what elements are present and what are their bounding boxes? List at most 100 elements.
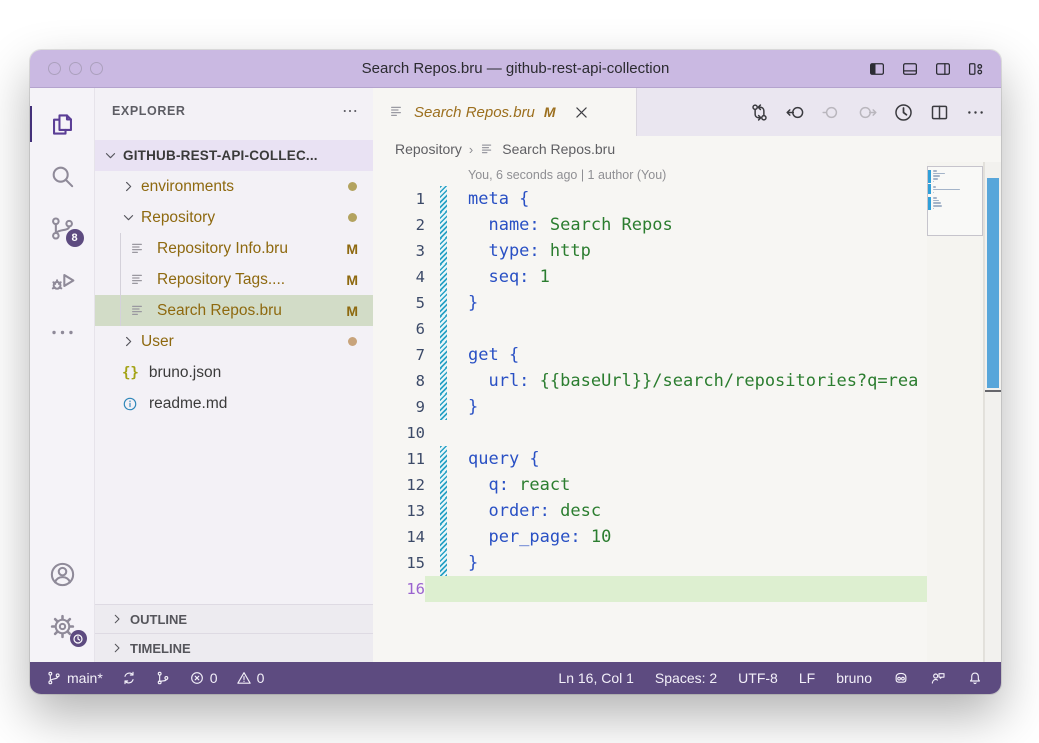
- explorer-sidebar: EXPLORER GITHUB-REST-API-COLLEC...enviro…: [95, 88, 373, 662]
- status-copilot[interactable]: [889, 670, 913, 686]
- minimap-modified-mark: [928, 208, 931, 211]
- breadcrumb-file[interactable]: Search Repos.bru: [502, 141, 615, 157]
- layout-customize-icon[interactable]: [967, 60, 985, 78]
- status-branch[interactable]: main*: [42, 670, 107, 686]
- code-line-1[interactable]: 1meta {: [373, 186, 1001, 212]
- close-tab-icon[interactable]: [573, 104, 590, 121]
- title-bar: Search Repos.bru — github-rest-api-colle…: [30, 50, 1001, 88]
- tree-item-repository-tags[interactable]: Repository Tags....M: [95, 264, 373, 295]
- status-label: UTF-8: [738, 670, 778, 686]
- line-number: 1: [373, 186, 425, 212]
- activity-item-settings[interactable]: [30, 600, 95, 652]
- indent-guide: [120, 295, 121, 326]
- status-encoding[interactable]: UTF-8: [734, 670, 782, 686]
- layout-sidebar-left-icon[interactable]: [868, 60, 886, 78]
- status-cursor-position[interactable]: Ln 16, Col 1: [554, 670, 638, 686]
- code-line-13[interactable]: 13 order: desc: [373, 498, 1001, 524]
- more-actions-button[interactable]: [965, 102, 986, 123]
- change-indicator-button[interactable]: [821, 102, 842, 123]
- code-text: }: [447, 550, 478, 576]
- tree-item-user[interactable]: User: [95, 326, 373, 357]
- code-line-8[interactable]: 8 url: {{baseUrl}}/search/repositories?q…: [373, 368, 1001, 394]
- minimap[interactable]: [927, 162, 984, 662]
- code-line-9[interactable]: 9}: [373, 394, 1001, 420]
- tree-item-label: User: [141, 333, 174, 351]
- sidebar-more-actions-icon[interactable]: [341, 102, 359, 120]
- code-lines: 1meta {2 name: Search Repos3 type: http4…: [373, 186, 1001, 602]
- section-outline[interactable]: OUTLINE: [95, 604, 373, 633]
- activity-item-explorer[interactable]: [30, 98, 95, 150]
- activity-item-run-and-debug[interactable]: [30, 254, 95, 306]
- zoom-button[interactable]: [90, 62, 103, 75]
- next-change-button[interactable]: [857, 102, 878, 123]
- status-notifications[interactable]: [963, 670, 987, 686]
- gutter-modified-mark: [440, 238, 447, 264]
- status-source-control-graph[interactable]: [151, 670, 175, 686]
- chevron-down-icon: [104, 149, 117, 162]
- code-line-14[interactable]: 14 per_page: 10: [373, 524, 1001, 550]
- activity-item-source-control[interactable]: 8: [30, 202, 95, 254]
- code-line-10[interactable]: 10: [373, 420, 1001, 446]
- status-label: 0: [210, 670, 218, 686]
- code-text: }: [447, 394, 478, 420]
- minimap-line: [933, 192, 934, 194]
- search-icon: [48, 162, 77, 191]
- layout-sidebar-right-icon[interactable]: [934, 60, 952, 78]
- run-button[interactable]: [893, 102, 914, 123]
- line-number: 16: [373, 576, 425, 602]
- code-text: per_page: 10: [447, 524, 611, 550]
- open-changes-button[interactable]: [749, 102, 770, 123]
- code-line-11[interactable]: 11query {: [373, 446, 1001, 472]
- split-editor-button[interactable]: [929, 102, 950, 123]
- tree-item-readme-md[interactable]: readme.md: [95, 388, 373, 419]
- tab-search-repos-bru[interactable]: Search Repos.bru M: [373, 88, 637, 136]
- tree-item-github-rest-api-collec[interactable]: GITHUB-REST-API-COLLEC...: [95, 140, 373, 171]
- tree-item-search-repos-bru[interactable]: Search Repos.bruM: [95, 295, 373, 326]
- tree-item-environments[interactable]: environments: [95, 171, 373, 202]
- clock-icon: [72, 633, 84, 645]
- breadcrumb: Repository › Search Repos.bru: [373, 136, 1001, 162]
- status-indentation[interactable]: Spaces: 2: [651, 670, 721, 686]
- code-line-6[interactable]: 6: [373, 316, 1001, 342]
- code-line-15[interactable]: 15}: [373, 550, 1001, 576]
- codelens-annotation[interactable]: You, 6 seconds ago | 1 author (You): [373, 162, 1001, 186]
- code-line-12[interactable]: 12 q: react: [373, 472, 1001, 498]
- line-number: 3: [373, 238, 425, 264]
- tree-item-repository[interactable]: Repository: [95, 202, 373, 233]
- file-lines-icon: [130, 272, 146, 288]
- status-errors[interactable]: 0: [185, 670, 222, 686]
- breadcrumb-folder[interactable]: Repository: [395, 141, 462, 157]
- status-language-mode[interactable]: bruno: [832, 670, 876, 686]
- code-text: [447, 576, 468, 602]
- layout-panel-icon[interactable]: [901, 60, 919, 78]
- code-line-7[interactable]: 7get {: [373, 342, 1001, 368]
- code-text: get {: [447, 342, 519, 368]
- code-editor[interactable]: You, 6 seconds ago | 1 author (You) 1met…: [373, 162, 1001, 662]
- scrollbar-thumb[interactable]: [987, 178, 999, 388]
- code-line-16[interactable]: 16: [373, 576, 1001, 602]
- status-feedback[interactable]: [926, 670, 950, 686]
- tree-item-bruno-json[interactable]: {}bruno.json: [95, 357, 373, 388]
- code-line-2[interactable]: 2 name: Search Repos: [373, 212, 1001, 238]
- status-sync[interactable]: [117, 670, 141, 686]
- code-line-3[interactable]: 3 type: http: [373, 238, 1001, 264]
- tree-item-repository-info-bru[interactable]: Repository Info.bruM: [95, 233, 373, 264]
- previous-change-button[interactable]: [785, 102, 806, 123]
- line-number: 8: [373, 368, 425, 394]
- minimap-line: [933, 170, 937, 172]
- close-button[interactable]: [48, 62, 61, 75]
- code-line-4[interactable]: 4 seq: 1: [373, 264, 1001, 290]
- activity-item-account[interactable]: [30, 548, 95, 600]
- status-warnings[interactable]: 0: [232, 670, 269, 686]
- account-icon: [48, 560, 77, 589]
- vertical-scrollbar[interactable]: [984, 162, 1001, 662]
- status-eol[interactable]: LF: [795, 670, 819, 686]
- gutter-modified-mark: [440, 550, 447, 576]
- activity-item-additional-views[interactable]: [30, 306, 95, 358]
- minimize-button[interactable]: [69, 62, 82, 75]
- activity-item-search[interactable]: [30, 150, 95, 202]
- gutter-modified-mark: [440, 342, 447, 368]
- section-timeline[interactable]: TIMELINE: [95, 633, 373, 662]
- code-line-5[interactable]: 5}: [373, 290, 1001, 316]
- tree-item-label: GITHUB-REST-API-COLLEC...: [123, 148, 318, 163]
